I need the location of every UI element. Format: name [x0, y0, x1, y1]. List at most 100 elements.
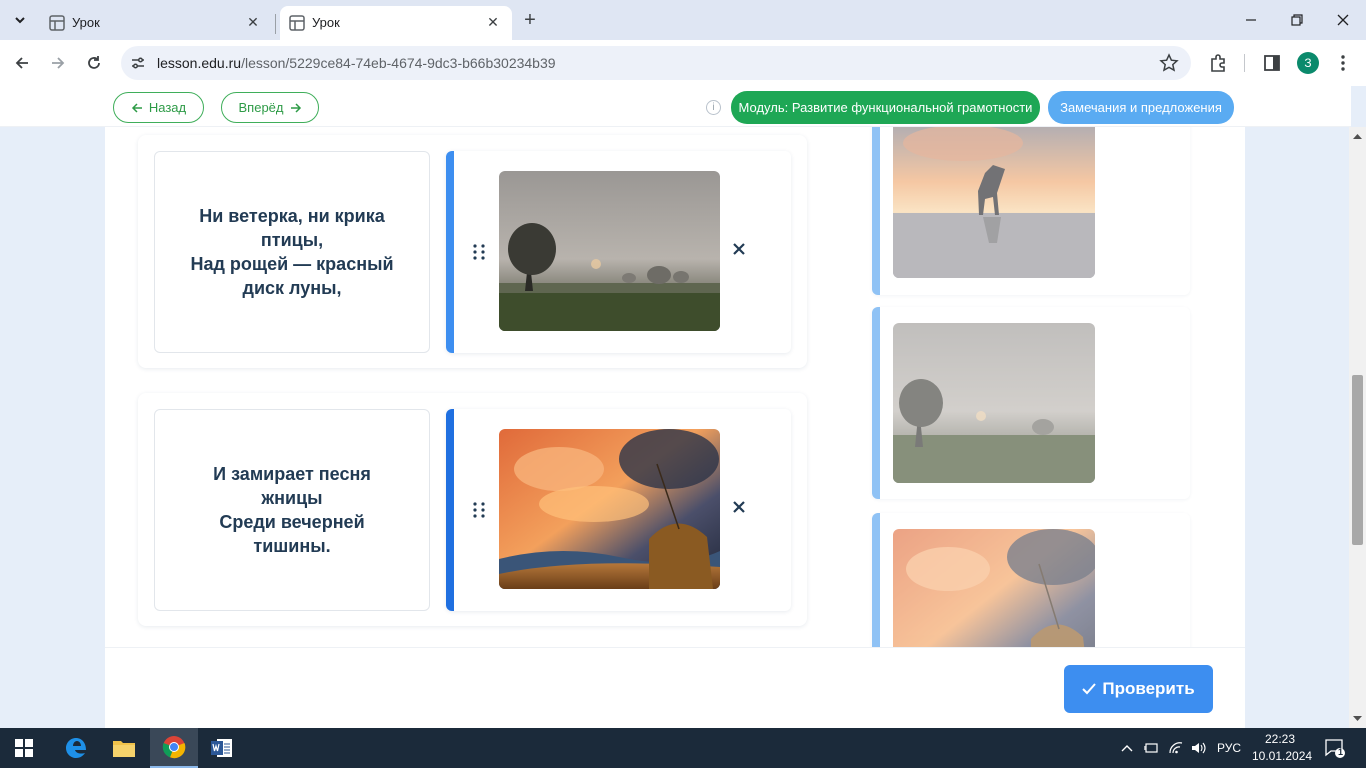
checkmark-icon [1082, 683, 1097, 695]
misty-field-image[interactable] [499, 171, 720, 331]
tray-language[interactable]: РУС [1213, 728, 1245, 768]
misty-field-image[interactable] [893, 323, 1095, 483]
close-tab-icon[interactable]: ✕ [484, 13, 502, 31]
tray-network[interactable] [1166, 728, 1186, 768]
info-icon[interactable]: i [706, 100, 721, 115]
extensions-button[interactable] [1207, 52, 1229, 74]
scroll-down-icon[interactable] [1353, 714, 1362, 723]
slot-accent [446, 409, 454, 611]
remarks-button[interactable]: Замечания и предложения [1048, 91, 1234, 124]
more-vertical-icon [1341, 55, 1345, 71]
restore-button[interactable] [1282, 8, 1312, 32]
browser-tab-1[interactable]: Урок ✕ [40, 6, 272, 40]
close-icon [1337, 14, 1349, 26]
lesson-favicon-icon [49, 15, 65, 31]
check-button[interactable]: Проверить [1064, 665, 1213, 713]
browser-menu-button[interactable] [1332, 52, 1354, 74]
profile-avatar[interactable]: З [1297, 52, 1319, 74]
lesson-header: Назад Вперёд i Модуль: Развитие функцион… [0, 86, 1351, 127]
url-text: lesson.edu.ru/lesson/5229ce84-74eb-4674-… [157, 55, 556, 71]
tab-search-button[interactable] [7, 8, 33, 32]
match-row-2: И замирает песня жницы Среди вечерней ти… [138, 393, 807, 626]
taskbar-word[interactable] [198, 728, 246, 768]
new-tab-button[interactable]: + [520, 10, 540, 31]
tray-overflow-button[interactable] [1118, 728, 1136, 768]
taskbar-file-explorer[interactable] [100, 728, 148, 768]
drag-handle-icon[interactable] [472, 501, 486, 519]
wifi-icon [1169, 742, 1183, 754]
taskbar-clock[interactable]: 22:23 10.01.2024 [1252, 731, 1313, 765]
start-button[interactable] [0, 728, 48, 768]
bank-image-card[interactable] [872, 307, 1190, 499]
lesson-footer: Проверить [105, 647, 1245, 728]
forward-button[interactable]: Вперёд [221, 92, 319, 123]
haystack-sunset-image[interactable] [893, 529, 1095, 653]
tray-battery[interactable] [1141, 728, 1161, 768]
tray-volume[interactable] [1189, 728, 1209, 768]
toolbar-separator [1244, 54, 1245, 72]
reload-icon [88, 56, 100, 69]
poem-text: Ни ветерка, ни крика птицы, Над рощей — … [190, 206, 394, 298]
tab-title: Урок [312, 15, 340, 30]
address-bar[interactable]: lesson.edu.ru/lesson/5229ce84-74eb-4674-… [121, 46, 1191, 80]
battery-plug-icon [1144, 743, 1158, 753]
image-drop-slot[interactable] [446, 151, 791, 353]
restore-icon [1291, 14, 1303, 26]
haystack-sunset-image[interactable] [499, 429, 720, 589]
chevron-down-icon [15, 17, 25, 24]
action-center-button[interactable]: 1 [1318, 728, 1352, 768]
arrow-left-icon [15, 57, 28, 69]
scroll-thumb[interactable] [1352, 375, 1363, 545]
back-button[interactable]: Назад [113, 92, 204, 123]
chevron-up-icon [1121, 745, 1133, 752]
poem-text-card: Ни ветерка, ни крика птицы, Над рощей — … [154, 151, 430, 353]
minimize-button[interactable] [1236, 8, 1266, 32]
remove-image-icon[interactable] [731, 499, 747, 515]
arrow-left-icon [131, 102, 142, 113]
url-path: /lesson/5229ce84-74eb-4674-9dc3-b66b3023… [241, 55, 556, 71]
folder-icon [113, 741, 135, 757]
match-row-1: Ни ветерка, ни крика птицы, Над рощей — … [138, 135, 807, 368]
windows-taskbar: РУС 22:23 10.01.2024 1 [0, 728, 1366, 768]
reload-button[interactable] [80, 49, 108, 77]
clock-time: 22:23 [1264, 732, 1296, 746]
bank-image-card[interactable] [872, 513, 1190, 653]
notification-count: 1 [1338, 747, 1344, 757]
bookmark-star-icon[interactable] [1159, 53, 1179, 73]
taskbar-edge[interactable] [52, 728, 100, 768]
page-scrollbar[interactable] [1349, 127, 1366, 728]
scroll-up-icon[interactable] [1353, 132, 1362, 141]
side-panel-button[interactable] [1261, 52, 1283, 74]
bank-accent [872, 103, 880, 295]
poem-text: И замирает песня жницы Среди вечерней ти… [213, 464, 371, 556]
horse-sunset-image[interactable] [893, 103, 1095, 278]
page-viewport: Ни ветерка, ни крика птицы, Над рощей — … [0, 86, 1366, 728]
slot-accent [446, 151, 454, 353]
bank-image-card[interactable] [872, 103, 1190, 295]
drag-handle-icon[interactable] [472, 243, 486, 261]
remove-image-icon[interactable] [731, 241, 747, 257]
browser-tab-2[interactable]: Урок ✕ [280, 6, 512, 40]
close-window-button[interactable] [1328, 8, 1358, 32]
word-icon [211, 739, 232, 757]
tab-separator [275, 14, 276, 34]
side-panel-icon [1264, 55, 1280, 71]
back-nav-button[interactable] [8, 49, 36, 77]
browser-tab-strip: Урок ✕ Урок ✕ + [0, 0, 1366, 40]
lesson-favicon-icon [289, 15, 305, 31]
check-label: Проверить [1102, 679, 1195, 698]
chrome-icon [162, 736, 186, 759]
bank-accent [872, 307, 880, 499]
taskbar-chrome[interactable] [150, 728, 198, 768]
close-tab-icon[interactable]: ✕ [244, 13, 262, 31]
module-button[interactable]: Модуль: Развитие функциональной грамотно… [731, 91, 1040, 124]
forward-nav-button[interactable] [44, 49, 72, 77]
bank-accent [872, 513, 880, 653]
back-label: Назад [148, 100, 187, 115]
puzzle-icon [1211, 54, 1225, 72]
forward-label: Вперёд [238, 100, 284, 115]
site-settings-icon[interactable] [129, 54, 147, 72]
tab-title: Урок [72, 15, 100, 30]
clock-date: 10.01.2024 [1252, 749, 1313, 763]
image-drop-slot[interactable] [446, 409, 791, 611]
